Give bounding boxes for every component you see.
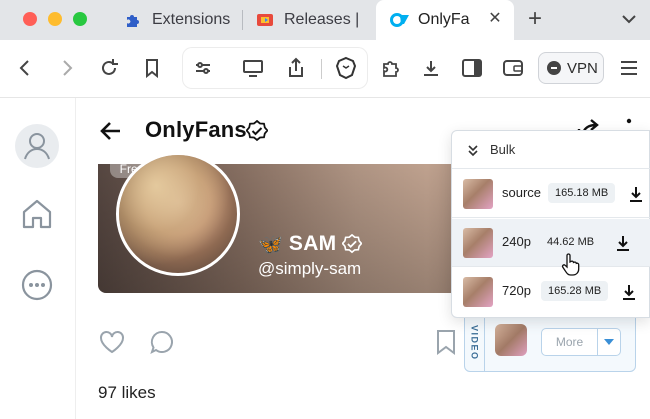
new-tab-button[interactable]: + <box>522 6 548 32</box>
option-thumbnail <box>463 179 493 209</box>
avatar[interactable] <box>116 152 240 276</box>
avatar-photo <box>119 155 237 273</box>
option-size: 165.28 MB <box>541 281 609 301</box>
site-settings-icon[interactable] <box>190 55 216 81</box>
downloads-icon[interactable] <box>418 55 444 81</box>
share-page-icon[interactable] <box>283 55 309 81</box>
bookmark-icon[interactable] <box>139 55 165 81</box>
bulk-download-menu: Bulk source 165.18 MB 240p 44.62 MB 720p… <box>451 130 650 318</box>
double-chevron-down-icon <box>466 143 480 157</box>
address-divider <box>321 59 322 79</box>
tab-label: Extensions <box>152 11 231 28</box>
close-tab-icon[interactable]: ✕ <box>486 10 504 28</box>
hamburger-menu-icon[interactable] <box>616 55 642 81</box>
likes-count: 97 likes <box>98 383 156 402</box>
heart-icon[interactable] <box>98 328 126 356</box>
vpn-label: VPN <box>567 59 598 77</box>
browser-tab-bar: Extensions Releases | OnlyFa ✕ + <box>0 0 650 40</box>
brave-shield-icon[interactable] <box>333 55 359 81</box>
extensions-icon[interactable] <box>378 55 404 81</box>
option-quality: 720p <box>502 283 531 298</box>
option-size: 165.18 MB <box>548 183 616 203</box>
bookmark-post-icon[interactable] <box>434 328 462 356</box>
verified-badge-icon <box>341 233 364 254</box>
home-icon[interactable] <box>14 191 60 237</box>
tab-divider <box>242 10 243 30</box>
download-icon[interactable] <box>621 283 637 301</box>
profile-name: SAM <box>288 232 337 255</box>
reload-icon[interactable] <box>96 55 122 81</box>
browser-toolbar: VPN <box>0 40 650 98</box>
profile-name-row: 🦋 SAM <box>258 230 364 258</box>
more-dropdown[interactable]: More <box>541 328 621 356</box>
profile-handle: @simply-sam <box>258 259 362 278</box>
more-circle-icon[interactable] <box>14 262 60 308</box>
chevron-down-icon[interactable] <box>620 10 638 28</box>
download-option-240p[interactable]: 240p 44.62 MB <box>452 219 650 267</box>
bulk-header[interactable]: Bulk <box>452 131 650 169</box>
arrow-left-icon[interactable] <box>98 118 124 144</box>
more-button[interactable]: More <box>542 329 598 355</box>
maximize-window-button[interactable] <box>73 12 87 26</box>
download-option-720p[interactable]: 720p 165.28 MB <box>452 268 650 316</box>
onlyfans-logo-icon <box>390 11 409 29</box>
close-window-button[interactable] <box>23 12 37 26</box>
comment-icon[interactable] <box>148 328 176 356</box>
video-thumbnail[interactable] <box>495 324 527 356</box>
tab-extensions[interactable]: Extensions <box>124 2 240 38</box>
cast-icon[interactable] <box>240 55 266 81</box>
vpn-button[interactable]: VPN <box>538 52 604 84</box>
tab-releases[interactable]: Releases | <box>256 2 364 38</box>
caret-down-icon[interactable] <box>598 329 620 355</box>
tab-label: Releases | <box>284 11 360 28</box>
puzzle-icon <box>124 11 142 29</box>
bulk-label: Bulk <box>490 142 516 157</box>
vpn-status-icon <box>547 61 561 75</box>
page-title: OnlyFans <box>145 117 247 142</box>
back-icon[interactable] <box>12 55 38 81</box>
option-thumbnail <box>463 277 493 307</box>
option-size: 44.62 MB <box>547 236 595 248</box>
download-icon[interactable] <box>615 234 631 252</box>
video-label: VIDEO <box>465 315 485 371</box>
forward-icon[interactable] <box>54 55 80 81</box>
option-quality: source <box>502 185 542 200</box>
hand-cursor-icon <box>560 252 582 276</box>
tab-label: OnlyFa <box>418 11 470 28</box>
sidebar-toggle-icon[interactable] <box>459 55 485 81</box>
wallet-icon[interactable] <box>500 55 526 81</box>
video-download-widget: VIDEO More <box>464 314 636 372</box>
tab-onlyfans[interactable]: OnlyFa ✕ <box>376 0 514 40</box>
download-option-source[interactable]: source 165.18 MB <box>452 170 650 218</box>
site-sidebar <box>0 98 76 419</box>
verified-badge-icon <box>245 119 269 142</box>
download-icon[interactable] <box>628 185 644 203</box>
option-quality: 240p <box>502 234 531 249</box>
releases-icon <box>256 11 274 29</box>
user-icon[interactable] <box>14 123 60 169</box>
minimize-window-button[interactable] <box>48 12 62 26</box>
butterfly-emoji: 🦋 <box>258 233 283 256</box>
option-thumbnail <box>463 228 493 258</box>
